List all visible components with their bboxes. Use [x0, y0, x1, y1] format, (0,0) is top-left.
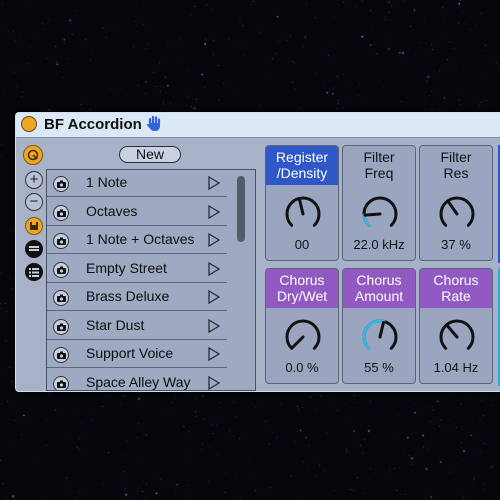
preset-camera-icon — [53, 290, 69, 306]
knob-label-line: Amount — [354, 288, 404, 304]
play-icon[interactable] — [207, 204, 221, 219]
plus-icon[interactable]: + — [25, 171, 43, 189]
play-icon[interactable] — [207, 233, 221, 247]
knob-dial[interactable] — [280, 192, 326, 232]
new-preset-button[interactable]: New — [119, 146, 181, 163]
device-title: BF Accordion — [44, 116, 142, 133]
hot-swap-icon[interactable] — [23, 145, 43, 165]
knob-label-line: Chorus — [279, 272, 325, 288]
knob-panel[interactable]: Filter Freq 22.0 kHz — [342, 145, 416, 261]
play-icon[interactable] — [207, 261, 221, 276]
knob-label: Register/Density — [266, 146, 338, 185]
knob-label: Filter Freq — [343, 146, 415, 185]
knob-value: 00 — [294, 237, 310, 252]
knob-value: 55 % — [364, 360, 394, 375]
knob-panel[interactable]: Chorus Dry/Wet 0.0 % — [265, 268, 339, 384]
preset-camera-icon — [53, 204, 69, 221]
list-item[interactable]: 1 Note + Octaves — [47, 227, 227, 254]
preset-camera-icon — [53, 176, 69, 192]
play-icon[interactable] — [207, 375, 221, 390]
knob-label-line: Register — [275, 149, 329, 165]
list-item-label: Brass Deluxe — [86, 288, 170, 304]
list-item-label: 1 Note — [86, 174, 128, 190]
list-item-label: Space Alley Way — [86, 373, 191, 390]
preset-camera-icon — [53, 375, 69, 390]
knob-label-line: Chorus — [356, 272, 402, 288]
knob-value: 1.04 Hz — [433, 360, 479, 375]
knob-dial[interactable] — [434, 192, 480, 232]
knob-panel[interactable]: Chorus Amount 55 % — [342, 268, 416, 384]
save-icon[interactable] — [25, 217, 43, 235]
knob-label-line: Filter — [363, 149, 395, 165]
list-item[interactable]: Brass Deluxe — [47, 284, 227, 311]
hand-icon — [147, 115, 161, 131]
device-rack: BF Accordion + − New 1 Note Octaves 1 Note… — [15, 112, 500, 392]
knob-label-line: Filter — [440, 149, 472, 165]
preset-camera-icon — [53, 347, 69, 363]
knob-value: 22.0 kHz — [353, 237, 405, 252]
knob-dial[interactable] — [357, 315, 403, 355]
knob-value: 37 % — [441, 237, 471, 252]
device-title-bar[interactable]: BF Accordion — [16, 113, 500, 138]
knob-dial[interactable] — [357, 192, 403, 232]
knob-value: 0.0 % — [285, 360, 319, 375]
list-item[interactable]: Octaves — [47, 199, 227, 226]
list-icon[interactable] — [25, 263, 43, 281]
list-item-label: 1 Note + Octaves — [86, 231, 195, 247]
knob-dial[interactable] — [434, 315, 480, 355]
knob-panel[interactable]: Chorus Rate 1.04 Hz — [419, 268, 493, 384]
knob-label-line: Dry/Wet — [276, 288, 328, 304]
list-item-label: Octaves — [86, 202, 138, 219]
list-item-label: Empty Street — [86, 259, 167, 276]
list-item[interactable]: Empty Street — [47, 256, 227, 283]
preset-camera-icon — [53, 318, 69, 335]
play-icon[interactable] — [207, 318, 221, 333]
knob-label-line: Freq — [364, 165, 394, 181]
preset-list-scrollbar[interactable] — [237, 176, 245, 242]
knob-dial[interactable] — [280, 315, 326, 355]
knob-label-line: Rate — [441, 288, 471, 304]
list-item[interactable]: Star Dust — [47, 313, 227, 340]
power-icon[interactable] — [21, 116, 37, 132]
knob-label-line: Chorus — [433, 272, 479, 288]
list-item[interactable]: Space Alley Way — [47, 370, 227, 390]
play-icon[interactable] — [207, 176, 221, 190]
knob-panel[interactable]: Filter Res 37 % — [419, 145, 493, 261]
preset-camera-icon — [53, 233, 69, 249]
list-item-label: Star Dust — [86, 316, 145, 333]
knob-label-line: Res — [443, 165, 469, 181]
minus-icon[interactable]: − — [25, 193, 43, 211]
list-item[interactable]: 1 Note — [47, 170, 227, 197]
knob-label: Filter Res — [420, 146, 492, 185]
list-item-label: Support Voice — [86, 345, 174, 361]
preset-camera-icon — [53, 261, 69, 278]
knob-panel[interactable]: Register/Density 00 — [265, 145, 339, 261]
play-icon[interactable] — [207, 290, 221, 304]
list-item[interactable]: Support Voice — [47, 341, 227, 368]
knob-label: Chorus Rate — [420, 269, 492, 308]
play-icon[interactable] — [207, 347, 221, 361]
knob-label: Chorus Dry/Wet — [266, 269, 338, 308]
preset-list[interactable]: 1 Note Octaves 1 Note + Octaves Empty Stree… — [46, 169, 256, 391]
folder-icon[interactable] — [25, 240, 43, 258]
knob-label: Chorus Amount — [343, 269, 415, 308]
knob-label-line: /Density — [276, 165, 328, 181]
